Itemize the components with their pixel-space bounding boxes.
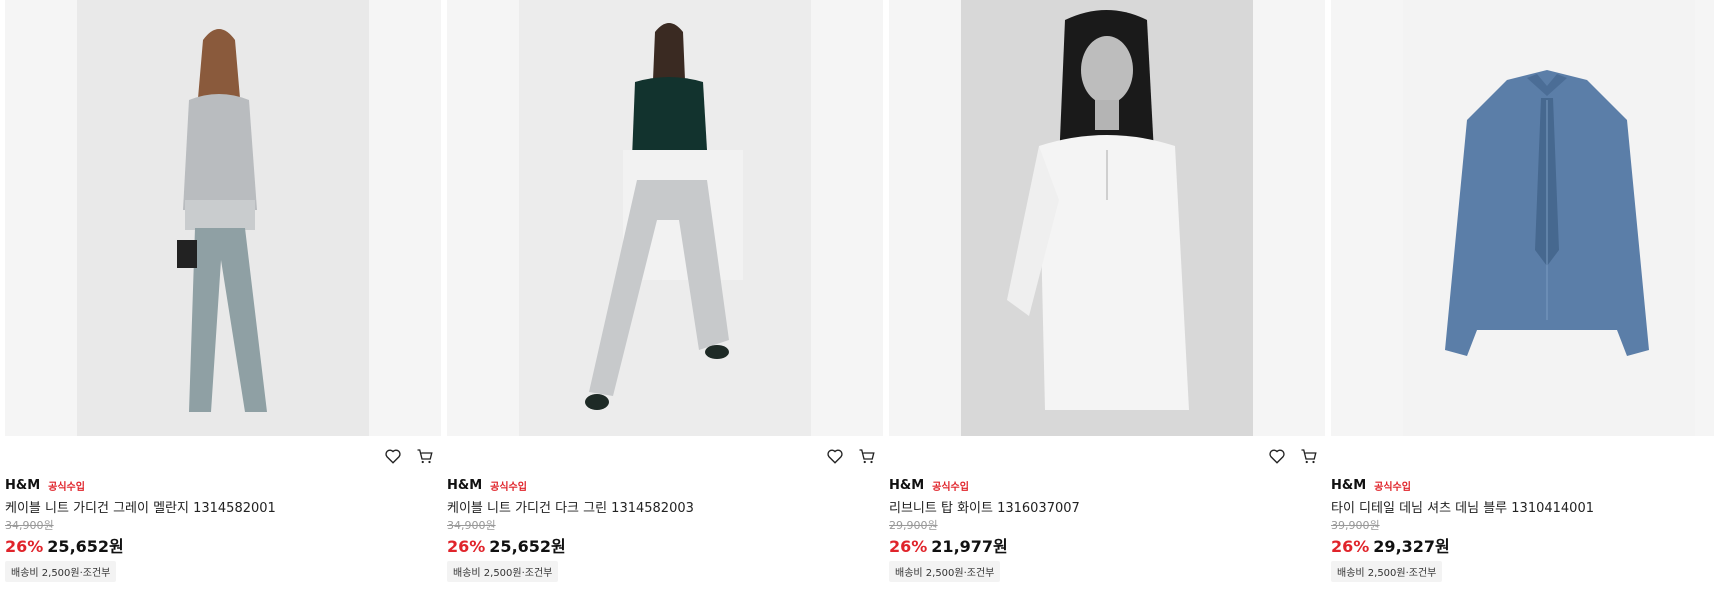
heart-icon[interactable] bbox=[383, 446, 403, 466]
shipping-badge: 배송비 2,500원·조건부 bbox=[889, 561, 1001, 582]
product-photo-illustration bbox=[1445, 70, 1649, 356]
card-actions bbox=[889, 436, 1325, 476]
product-title[interactable]: 타이 디테일 데님 셔츠 데님 블루 1310414001 bbox=[1331, 497, 1714, 515]
heart-icon[interactable] bbox=[825, 446, 845, 466]
card-actions bbox=[447, 436, 883, 476]
product-image[interactable] bbox=[1331, 0, 1714, 436]
brand-name: H&M bbox=[5, 477, 41, 493]
discount-rate: 26% bbox=[1331, 537, 1370, 556]
cart-icon[interactable] bbox=[1299, 446, 1319, 466]
brand-name: H&M bbox=[1331, 477, 1367, 493]
product-grid: H&M 공식수입 케이블 니트 가디건 그레이 멜란지 1314582001 3… bbox=[0, 0, 1714, 582]
brand-name: H&M bbox=[889, 477, 925, 493]
card-actions bbox=[1331, 436, 1714, 476]
product-card[interactable]: H&M 공식수입 타이 디테일 데님 셔츠 데님 블루 1310414001 3… bbox=[1331, 0, 1714, 582]
original-price: 39,900원 bbox=[1331, 519, 1380, 532]
heart-icon[interactable] bbox=[1267, 446, 1287, 466]
sale-price: 25,652원 bbox=[47, 537, 124, 556]
original-price: 34,900원 bbox=[5, 519, 54, 532]
brand-name: H&M bbox=[447, 477, 483, 493]
product-photo-illustration bbox=[585, 23, 743, 410]
product-title[interactable]: 리브니트 탑 화이트 1316037007 bbox=[889, 497, 1325, 515]
product-title[interactable]: 케이블 니트 가디건 다크 그린 1314582003 bbox=[447, 497, 883, 515]
original-price: 34,900원 bbox=[447, 519, 496, 532]
cart-icon[interactable] bbox=[415, 446, 435, 466]
official-import-badge: 공식수입 bbox=[1374, 481, 1411, 493]
official-import-badge: 공식수입 bbox=[48, 481, 85, 493]
shipping-badge: 배송비 2,500원·조건부 bbox=[5, 561, 117, 582]
official-import-badge: 공식수입 bbox=[490, 481, 527, 493]
original-price: 29,900원 bbox=[889, 519, 938, 532]
sale-price: 29,327원 bbox=[1373, 537, 1450, 556]
product-card[interactable]: H&M 공식수입 케이블 니트 가디건 그레이 멜란지 1314582001 3… bbox=[5, 0, 441, 582]
product-title[interactable]: 케이블 니트 가디건 그레이 멜란지 1314582001 bbox=[5, 497, 441, 515]
shipping-badge: 배송비 2,500원·조건부 bbox=[1331, 561, 1443, 582]
product-card[interactable]: H&M 공식수입 리브니트 탑 화이트 1316037007 29,900원 2… bbox=[889, 0, 1325, 582]
product-image[interactable] bbox=[5, 0, 441, 436]
product-photo-illustration bbox=[1007, 10, 1189, 410]
product-image[interactable] bbox=[447, 0, 883, 436]
official-import-badge: 공식수입 bbox=[932, 481, 969, 493]
sale-price: 21,977원 bbox=[931, 537, 1008, 556]
discount-rate: 26% bbox=[889, 537, 928, 556]
shipping-badge: 배송비 2,500원·조건부 bbox=[447, 561, 559, 582]
card-actions bbox=[5, 436, 441, 476]
product-photo-illustration bbox=[177, 29, 267, 412]
product-card[interactable]: H&M 공식수입 케이블 니트 가디건 다크 그린 1314582003 34,… bbox=[447, 0, 883, 582]
sale-price: 25,652원 bbox=[489, 537, 566, 556]
product-image[interactable] bbox=[889, 0, 1325, 436]
cart-icon[interactable] bbox=[857, 446, 877, 466]
discount-rate: 26% bbox=[447, 537, 486, 556]
discount-rate: 26% bbox=[5, 537, 44, 556]
